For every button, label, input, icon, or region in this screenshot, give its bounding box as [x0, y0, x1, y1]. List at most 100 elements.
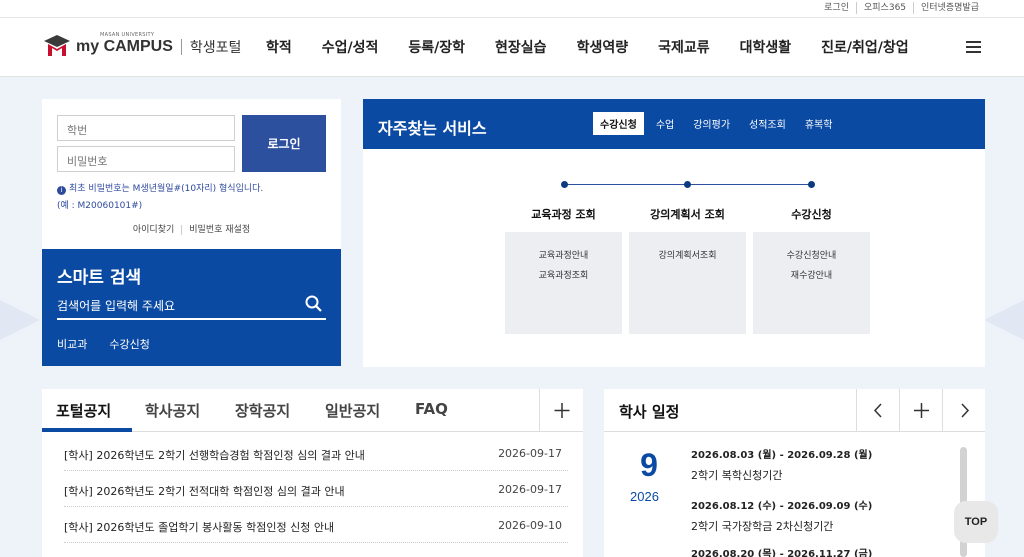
event-name: 2학기 복학신청기간 — [691, 469, 783, 482]
services-tabs: 수강신청 수업 강의평가 성적조회 휴복학 — [593, 112, 844, 135]
nav-item-student-competency[interactable]: 학생역량 — [577, 37, 629, 57]
password-notice: i 최초 비밀번호는 M생년월일#(10자리) 형식입니다. (예 : M2006… — [57, 184, 264, 211]
column-title-syllabus: 강의계획서 조회 — [650, 208, 725, 221]
tab-general-notice[interactable]: 일반공지 — [325, 400, 380, 421]
timeline-dot — [684, 181, 691, 188]
column-title-registration: 수강신청 — [791, 208, 832, 221]
column-title-curriculum: 교육과정 조회 — [531, 208, 596, 221]
scroll-top-button[interactable]: TOP — [954, 501, 998, 543]
logo-subtitle: MASAN UNIVERSITY — [100, 32, 155, 38]
account-links: 아이디찾기 비밀번호 재설정 — [42, 222, 341, 235]
academic-schedule-panel: 학사 일정 9 2026 2026.08.03 (월) - 2026.09.28… — [604, 389, 985, 557]
schedule-month: 9 — [640, 447, 658, 483]
header: MASAN UNIVERSITY my CAMPUS 학생포털 학적 수업/성적… — [0, 18, 1024, 77]
chevron-right-icon — [961, 403, 970, 418]
certificate-link[interactable]: 인터넷증명발급 — [913, 2, 986, 14]
tab-portal-notice[interactable]: 포털공지 — [56, 400, 111, 421]
plus-icon — [914, 403, 929, 418]
tab-classes[interactable]: 수업 — [649, 112, 681, 135]
notice-row[interactable]: [학사] 2026학년도 졸업학기 봉사활동 학점인정 신청 안내 2026-0… — [64, 507, 568, 543]
frequent-services-panel: 자주찾는 서비스 수강신청 수업 강의평가 성적조회 휴복학 교육과정 조회 강… — [363, 99, 985, 367]
services-header: 자주찾는 서비스 수강신청 수업 강의평가 성적조회 휴복학 — [363, 99, 985, 149]
smart-search-panel: 스마트 검색 검색어를 입력해 주세요 비교과 수강신청 — [42, 249, 341, 366]
notice-tabs: 포털공지 학사공지 장학공지 일반공지 FAQ — [42, 389, 583, 432]
plus-icon — [554, 403, 570, 418]
timeline-dot — [561, 181, 568, 188]
notice-title: [학사] 2026학년도 졸업학기 봉사활동 학점인정 신청 안내 — [64, 521, 335, 534]
tab-course-registration[interactable]: 수강신청 — [593, 112, 644, 135]
notice-title: [학사] 2026학년도 2학기 선행학습경험 학점인정 심의 결과 안내 — [64, 449, 365, 462]
logo-title: my CAMPUS — [76, 38, 173, 55]
nav-item-career[interactable]: 진로/취업/창업 — [821, 37, 909, 57]
info-icon: i — [57, 186, 66, 195]
search-icon[interactable] — [305, 295, 322, 312]
logo-divider — [180, 39, 182, 55]
notice-row[interactable]: [학사] 2026학년도 2학기 전적대학 학점인정 심의 결과 안내 2026… — [64, 471, 568, 507]
tag-extracurricular[interactable]: 비교과 — [57, 336, 87, 352]
notice-title: [학사] 2026학년도 2학기 전적대학 학점인정 심의 결과 안내 — [64, 485, 345, 498]
smart-search-title: 스마트 검색 — [57, 268, 142, 288]
nav-item-academic-record[interactable]: 학적 — [266, 37, 292, 57]
reset-password-link[interactable]: 비밀번호 재설정 — [181, 225, 258, 235]
nav-item-campus-life[interactable]: 대학생활 — [740, 37, 792, 57]
schedule-title: 학사 일정 — [619, 403, 680, 421]
event-name: 2학기 국가장학금 2차신청기간 — [691, 520, 834, 533]
nav-item-classes-grades[interactable]: 수업/성적 — [322, 37, 379, 57]
tab-academic-notice[interactable]: 학사공지 — [145, 400, 200, 421]
event-date: 2026.08.20 (목) - 2026.11.27 (금) — [691, 549, 873, 557]
smart-search-input[interactable]: 검색어를 입력해 주세요 — [57, 295, 326, 320]
tab-leave-return[interactable]: 휴복학 — [798, 112, 840, 135]
login-button[interactable]: 로그인 — [242, 115, 326, 172]
student-id-input[interactable]: 학번 — [57, 115, 235, 141]
event-date: 2026.08.03 (월) - 2026.09.28 (월) — [691, 450, 873, 461]
prev-month-button[interactable] — [856, 389, 899, 432]
notice-row[interactable]: [학사] 2026학년도 2학기 선행학습경험 학점인정 심의 결과 안내 20… — [64, 435, 568, 471]
tag-course-registration[interactable]: 수강신청 — [109, 336, 149, 352]
utility-links: 로그인 오피스365 인터넷증명발급 — [817, 2, 986, 14]
main-nav: 학적 수업/성적 등록/장학 현장실습 학생역량 국제교류 대학생활 진로/취업… — [266, 37, 939, 57]
office365-link[interactable]: 오피스365 — [856, 2, 913, 14]
event-date: 2026.08.12 (수) - 2026.09.09 (수) — [691, 501, 873, 512]
tab-course-evaluation[interactable]: 강의평가 — [686, 112, 737, 135]
services-title: 자주찾는 서비스 — [378, 119, 487, 138]
service-link[interactable]: 재수강안내 — [753, 266, 870, 286]
nav-item-field-training[interactable]: 현장실습 — [495, 37, 547, 57]
schedule-event[interactable]: 2026.08.03 (월) - 2026.09.28 (월) 2학기 복학신청… — [691, 446, 872, 483]
schedule-event[interactable]: 2026.08.20 (목) - 2026.11.27 (금) — [691, 545, 872, 557]
tab-scholarship-notice[interactable]: 장학공지 — [235, 400, 290, 421]
search-tags: 비교과 수강신청 — [57, 336, 172, 352]
menu-icon[interactable] — [966, 41, 981, 53]
login-link[interactable]: 로그인 — [817, 2, 856, 14]
logo[interactable]: MASAN UNIVERSITY my CAMPUS 학생포털 — [42, 32, 241, 62]
active-tab-indicator — [42, 428, 132, 432]
nav-item-international[interactable]: 국제교류 — [658, 37, 710, 57]
service-link[interactable]: 수강신청안내 — [753, 246, 870, 266]
login-panel: 학번 비밀번호 로그인 i 최초 비밀번호는 M생년월일#(10자리) 형식입니다… — [42, 99, 341, 249]
service-box-curriculum: 교육과정안내 교육과정조회 — [505, 232, 622, 334]
utility-bar: 로그인 오피스365 인터넷증명발급 — [0, 0, 1024, 18]
find-id-link[interactable]: 아이디찾기 — [126, 225, 181, 235]
chevron-left-icon — [873, 403, 882, 418]
schedule-header: 학사 일정 — [604, 389, 985, 432]
password-input[interactable]: 비밀번호 — [57, 146, 235, 172]
notice-date: 2026-09-10 — [498, 519, 562, 532]
schedule-event[interactable]: 2026.08.12 (수) - 2026.09.09 (수) 2학기 국가장학… — [691, 497, 872, 534]
portal-name: 학생포털 — [189, 40, 242, 56]
timeline-dot — [808, 181, 815, 188]
service-link[interactable]: 강의계획서조회 — [629, 246, 746, 266]
notices-panel: 포털공지 학사공지 장학공지 일반공지 FAQ [학사] 2026학년도 2학기… — [42, 389, 583, 557]
tab-grade-inquiry[interactable]: 성적조회 — [742, 112, 793, 135]
service-link[interactable]: 교육과정안내 — [505, 246, 622, 266]
tab-faq[interactable]: FAQ — [415, 400, 448, 418]
more-notices-button[interactable] — [539, 389, 583, 432]
service-link[interactable]: 교육과정조회 — [505, 266, 622, 286]
logo-icon — [42, 32, 72, 62]
notice-date: 2026-09-17 — [498, 447, 562, 460]
notice-date: 2026-09-17 — [498, 483, 562, 496]
service-box-registration: 수강신청안내 재수강안내 — [753, 232, 870, 334]
nav-item-registration[interactable]: 등록/장학 — [408, 37, 465, 57]
service-box-syllabus: 강의계획서조회 — [629, 232, 746, 334]
add-schedule-button[interactable] — [899, 389, 942, 432]
next-month-button[interactable] — [942, 389, 985, 432]
schedule-year: 2026 — [630, 489, 659, 504]
